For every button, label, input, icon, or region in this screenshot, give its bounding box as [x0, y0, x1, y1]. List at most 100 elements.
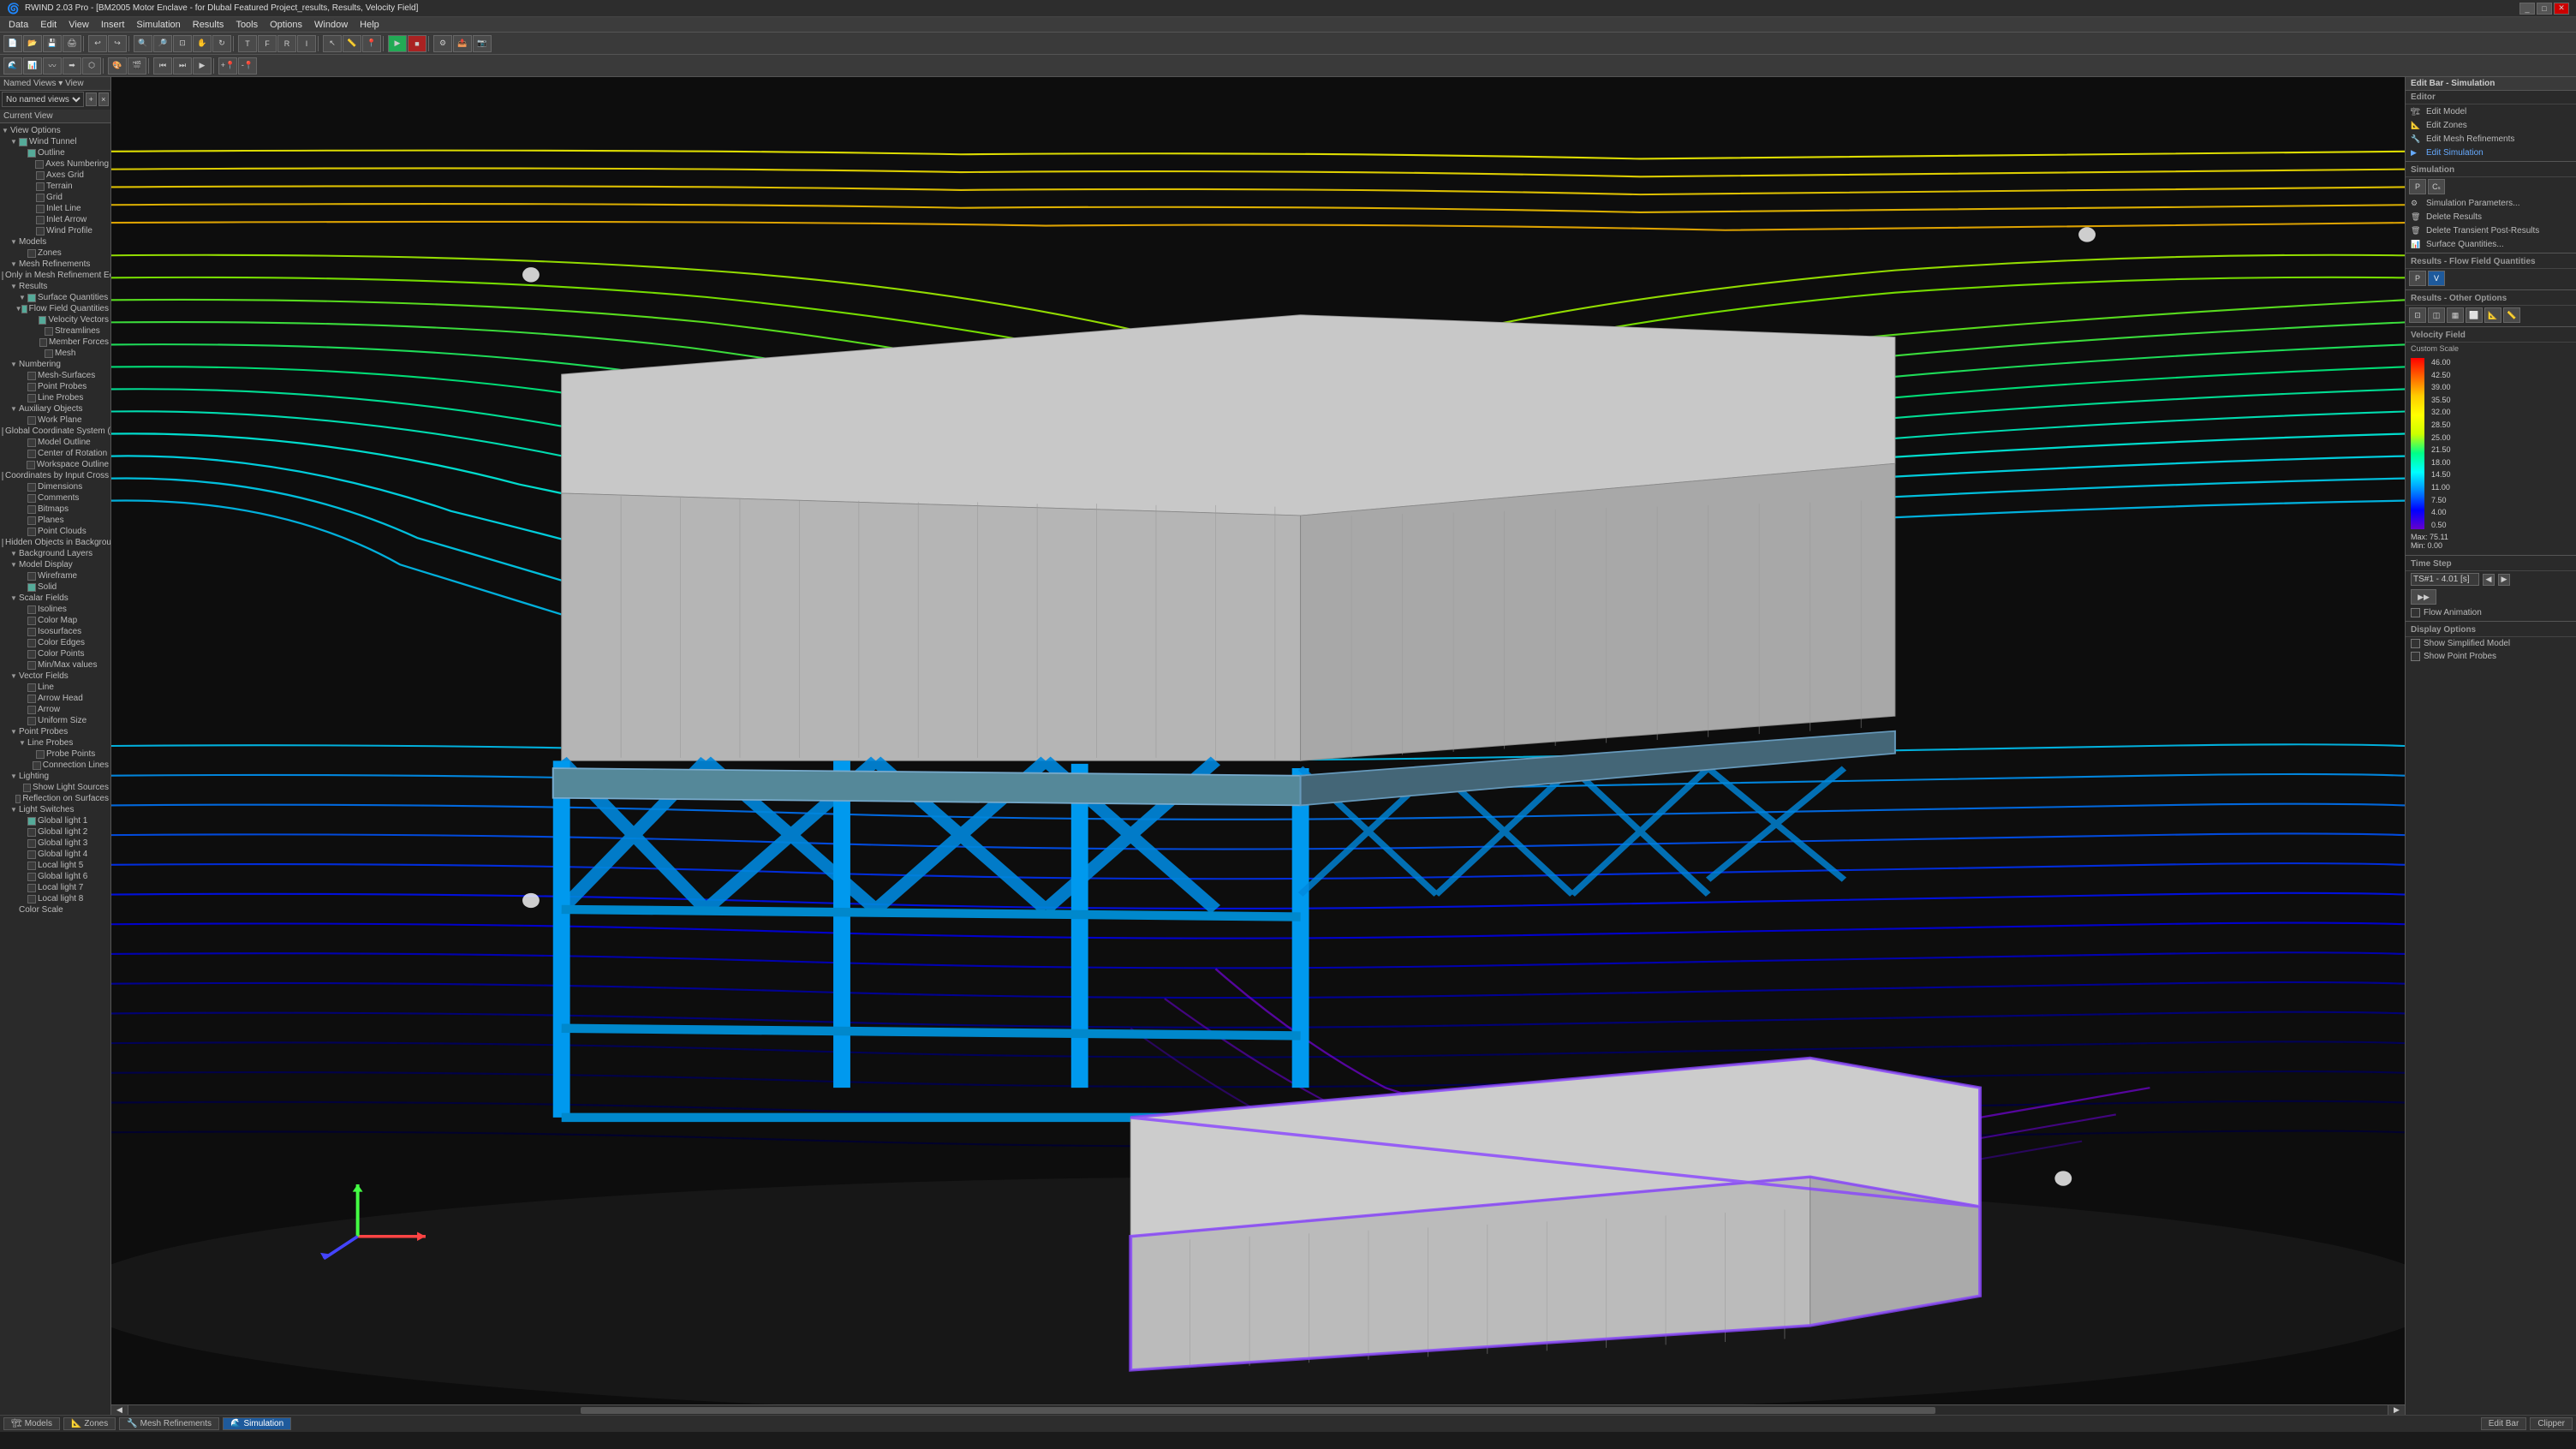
tree-item-arrow-head[interactable]: Arrow Head — [0, 693, 110, 704]
clipper-btn[interactable]: Clipper — [2530, 1417, 2573, 1430]
tb-save[interactable]: 💾 — [43, 35, 62, 52]
minimize-button[interactable]: _ — [2519, 3, 2535, 15]
tree-item-color-scale[interactable]: Color Scale — [0, 904, 110, 915]
editbar-btn[interactable]: Edit Bar — [2481, 1417, 2527, 1430]
tree-checkbox-point-clouds[interactable] — [27, 528, 36, 536]
tree-item-probe-points[interactable]: Probe Points — [0, 748, 110, 760]
tree-checkbox-isosurfaces[interactable] — [27, 628, 36, 636]
menu-edit[interactable]: Edit — [35, 19, 62, 31]
tree-item-wind-profile[interactable]: Wind Profile — [0, 225, 110, 236]
tree-checkbox-bitmaps[interactable] — [27, 505, 36, 514]
other-tb-btn-5[interactable]: 📐 — [2484, 307, 2501, 323]
tb2-streamlines[interactable]: 〰 — [43, 57, 62, 75]
tree-item-uniform-size[interactable]: Uniform Size — [0, 715, 110, 726]
tb-zoom-out[interactable]: 🔎 — [153, 35, 172, 52]
menu-results[interactable]: Results — [188, 19, 230, 31]
timestep-next[interactable]: ▶ — [2498, 574, 2510, 586]
tree-item-center-of-rotation[interactable]: Center of Rotation — [0, 448, 110, 459]
tree-item-velocity-vectors[interactable]: Velocity Vectors — [0, 314, 110, 325]
tree-checkbox-local-light5[interactable] — [27, 862, 36, 870]
tb-view-front[interactable]: F — [258, 35, 277, 52]
tree-checkbox-grid[interactable] — [36, 194, 45, 202]
tb2-results-surface[interactable]: 📊 — [23, 57, 42, 75]
tree-item-global-light4[interactable]: Global light 4 — [0, 849, 110, 860]
tree-item-inlet-line[interactable]: Inlet Line — [0, 203, 110, 214]
tree-item-results[interactable]: ▼Results — [0, 281, 110, 292]
tb-select[interactable]: ↖ — [323, 35, 342, 52]
tb-redo[interactable]: ↪ — [108, 35, 127, 52]
delete-results-item[interactable]: 🗑 Delete Results — [2406, 210, 2576, 224]
tree-checkbox-planes[interactable] — [27, 516, 36, 525]
tree-item-color-edges[interactable]: Color Edges — [0, 637, 110, 648]
tree-checkbox-color-map[interactable] — [27, 617, 36, 625]
tb-open[interactable]: 📂 — [23, 35, 42, 52]
tb2-play[interactable]: ▶ — [193, 57, 212, 75]
tree-item-streamlines[interactable]: Streamlines — [0, 325, 110, 337]
tree-item-minmax-values[interactable]: Min/Max values — [0, 659, 110, 671]
edit-simulation-item[interactable]: ▶ Edit Simulation — [2406, 146, 2576, 159]
simulation-params-item[interactable]: ⚙ Simulation Parameters... — [2406, 196, 2576, 210]
tree-checkbox-flow-field-quantities[interactable] — [21, 305, 27, 313]
tree-checkbox-axes-grid[interactable] — [36, 171, 45, 180]
tree-checkbox-mesh-surfaces[interactable] — [27, 372, 36, 380]
viewport[interactable]: ◀ ▶ — [111, 77, 2405, 1415]
tree-item-comments[interactable]: Comments — [0, 492, 110, 504]
edit-mesh-refinements-item[interactable]: 🔧 Edit Mesh Refinements — [2406, 132, 2576, 146]
tree-checkbox-global-light3[interactable] — [27, 839, 36, 848]
tree-checkbox-global-light2[interactable] — [27, 828, 36, 837]
show-point-probes-checkbox[interactable] — [2411, 652, 2420, 661]
tb2-isosurface[interactable]: ⬡ — [82, 57, 101, 75]
tree-checkbox-global-light6[interactable] — [27, 873, 36, 881]
tree-checkbox-outline[interactable] — [27, 149, 36, 158]
tb-screenshot[interactable]: 📷 — [473, 35, 492, 52]
tree-item-point-probes[interactable]: Point Probes — [0, 381, 110, 392]
tree-checkbox-show-light-sources[interactable] — [23, 784, 31, 792]
tree-item-global-light6[interactable]: Global light 6 — [0, 871, 110, 882]
tree-item-point-clouds[interactable]: Point Clouds — [0, 526, 110, 537]
named-views-select[interactable]: No named views — [2, 92, 84, 107]
tb-print[interactable]: 🖨 — [63, 35, 81, 52]
other-tb-btn-4[interactable]: ⬜ — [2466, 307, 2483, 323]
tree-item-background-layers[interactable]: ▼Background Layers — [0, 548, 110, 559]
menu-view[interactable]: View — [63, 19, 94, 31]
tree-checkbox-wireframe[interactable] — [27, 572, 36, 581]
tree-item-surface-quantities[interactable]: ▼Surface Quantities — [0, 292, 110, 303]
tree-checkbox-global-coord[interactable] — [2, 427, 3, 436]
tree-checkbox-member-forces[interactable] — [39, 338, 47, 347]
tree-checkbox-arrow[interactable] — [27, 706, 36, 714]
tree-item-flow-field-quantities[interactable]: ▼Flow Field Quantities — [0, 303, 110, 314]
tb-measure[interactable]: 📏 — [343, 35, 361, 52]
tree-item-model-display[interactable]: ▼Model Display — [0, 559, 110, 570]
tree-checkbox-global-light1[interactable] — [27, 817, 36, 826]
tree-checkbox-point-probes[interactable] — [27, 383, 36, 391]
delete-transient-item[interactable]: 🗑 Delete Transient Post-Results — [2406, 224, 2576, 237]
tree-item-reflection[interactable]: Reflection on Surfaces — [0, 793, 110, 804]
tree-checkbox-connection-lines[interactable] — [33, 761, 40, 770]
tree-checkbox-color-edges[interactable] — [27, 639, 36, 647]
tree-checkbox-streamlines[interactable] — [45, 327, 53, 336]
tree-item-wireframe[interactable]: Wireframe — [0, 570, 110, 581]
tree-item-global-light2[interactable]: Global light 2 — [0, 826, 110, 838]
tree-checkbox-uniform-size[interactable] — [27, 717, 36, 725]
tb2-results-flow[interactable]: 🌊 — [3, 57, 22, 75]
tree-checkbox-center-of-rotation[interactable] — [27, 450, 36, 458]
tb2-time-prev[interactable]: ⏮ — [153, 57, 172, 75]
tb-export[interactable]: 📤 — [453, 35, 472, 52]
tree-item-terrain[interactable]: Terrain — [0, 181, 110, 192]
tree-item-line2[interactable]: Line — [0, 682, 110, 693]
tree-checkbox-minmax-values[interactable] — [27, 661, 36, 670]
tree-checkbox-wind-profile[interactable] — [36, 227, 45, 236]
tree-checkbox-velocity-vectors[interactable] — [39, 316, 46, 325]
tree-item-local-light5[interactable]: Local light 5 — [0, 860, 110, 871]
tree-checkbox-terrain[interactable] — [36, 182, 45, 191]
tree-checkbox-line-probes[interactable] — [27, 394, 36, 402]
tree-item-vector-fields[interactable]: ▼Vector Fields — [0, 671, 110, 682]
tree-checkbox-only-in-mesh[interactable] — [2, 271, 3, 280]
tree-item-models[interactable]: ▼Models — [0, 236, 110, 247]
tree-item-wind-tunnel[interactable]: ▼Wind Tunnel — [0, 136, 110, 147]
tb2-probe-remove[interactable]: -📍 — [238, 57, 257, 75]
tree-checkbox-wind-tunnel[interactable] — [19, 138, 27, 146]
tb-new[interactable]: 📄 — [3, 35, 22, 52]
tb2-color-bar[interactable]: 🎨 — [108, 57, 127, 75]
tree-item-grid[interactable]: Grid — [0, 192, 110, 203]
